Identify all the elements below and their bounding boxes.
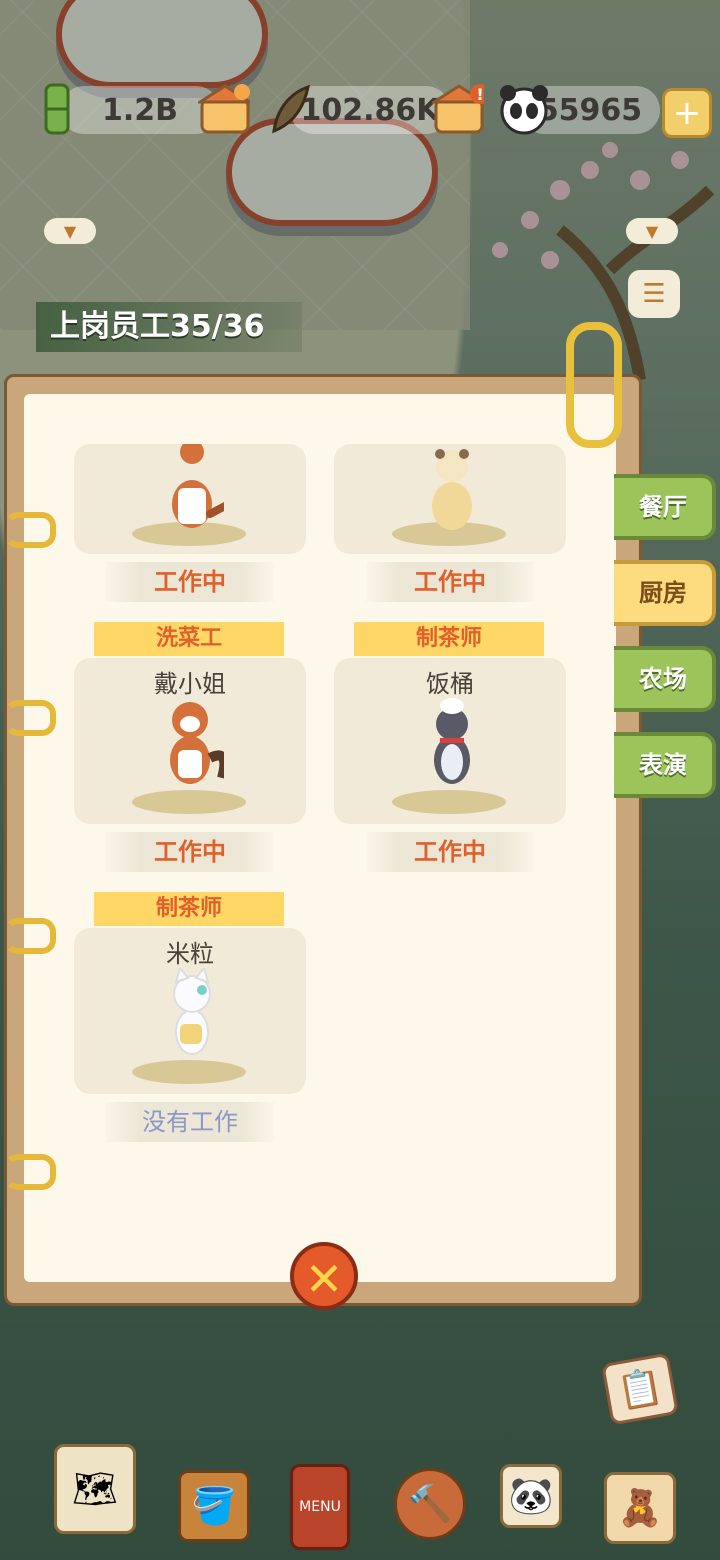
role-label: 制茶师 <box>354 622 544 656</box>
add-panda-button[interactable]: + <box>662 88 712 138</box>
staff-name: 饭桶 <box>426 670 474 698</box>
notebook-ring <box>4 918 56 954</box>
close-button[interactable]: ✕ <box>290 1242 358 1310</box>
staff-status: 工作中 <box>366 562 534 602</box>
role-label: 制茶师 <box>94 892 284 926</box>
staff-name: 戴小姐 <box>154 670 226 698</box>
leaf-value: 102.86K <box>300 92 440 128</box>
menu-book-icon[interactable]: MENU <box>290 1464 350 1550</box>
bamboo-counter: 1.2B <box>60 86 220 134</box>
staff-card[interactable]: 米粒 <box>74 928 306 1094</box>
tab-performance[interactable]: 表演 <box>614 732 716 798</box>
staff-card[interactable] <box>334 444 566 554</box>
staff-status: 工作中 <box>106 832 274 872</box>
shop-plus-icon[interactable] <box>198 80 250 138</box>
staff-card[interactable] <box>74 444 306 554</box>
bamboo-leaf-icon <box>264 80 316 138</box>
panda-tag-icon[interactable]: 🐼 <box>500 1464 562 1528</box>
role-label: 洗菜工 <box>94 622 284 656</box>
tab-restaurant[interactable]: 餐厅 <box>614 474 716 540</box>
svg-text:!: ! <box>476 85 483 104</box>
staff-status: 没有工作 <box>106 1102 274 1142</box>
staff-status: 工作中 <box>366 832 534 872</box>
collapse-arrow-icon[interactable]: ▼ <box>44 218 96 244</box>
otter-character <box>432 449 472 530</box>
map-icon[interactable]: 🗺 <box>54 1444 136 1534</box>
bamboo-value: 1.2B <box>101 92 178 128</box>
tab-farm[interactable]: 农场 <box>614 646 716 712</box>
calendar-icon[interactable]: 📋 <box>601 1352 679 1426</box>
on-duty-staff-count: 上岗员工35/36 <box>36 302 302 352</box>
bamboo-icon <box>30 80 82 138</box>
staff-card[interactable]: 饭桶 <box>334 658 566 824</box>
staff-status: 工作中 <box>106 562 274 602</box>
panda-icon <box>496 80 548 138</box>
staff-name: 米粒 <box>166 940 214 968</box>
notebook-clip <box>566 322 622 448</box>
fox-character <box>172 444 224 528</box>
staff-card[interactable]: 戴小姐 <box>74 658 306 824</box>
cat-character <box>173 968 211 1055</box>
tab-kitchen[interactable]: 厨房 <box>614 560 716 626</box>
notebook-ring <box>4 1154 56 1190</box>
panda-value: 55965 <box>537 92 643 128</box>
collapse-arrow-icon[interactable]: ▼ <box>626 218 678 244</box>
list-icon[interactable]: ☰ <box>628 270 680 318</box>
red-panda-character <box>170 702 224 784</box>
penguin-character <box>434 698 470 784</box>
notebook-ring <box>4 700 56 736</box>
paint-bucket-icon[interactable]: 🪣 <box>178 1470 250 1542</box>
bear-box-icon[interactable]: 🧸 <box>604 1472 676 1544</box>
shop-alert-icon[interactable]: ! <box>432 80 484 138</box>
hammer-icon[interactable]: 🔨 <box>394 1468 466 1540</box>
notebook-ring <box>4 512 56 548</box>
